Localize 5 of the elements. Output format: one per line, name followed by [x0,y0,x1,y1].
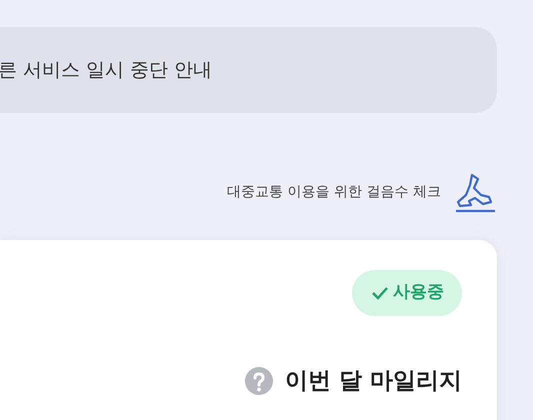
mileage-title: 이번 달 마일리지 [284,366,462,396]
walking-icon[interactable] [455,172,497,212]
check-icon [372,286,388,300]
status-badge: 사용중 [352,270,462,316]
step-check-label: 대중교통 이용을 위한 걸음수 체크 [227,183,441,202]
